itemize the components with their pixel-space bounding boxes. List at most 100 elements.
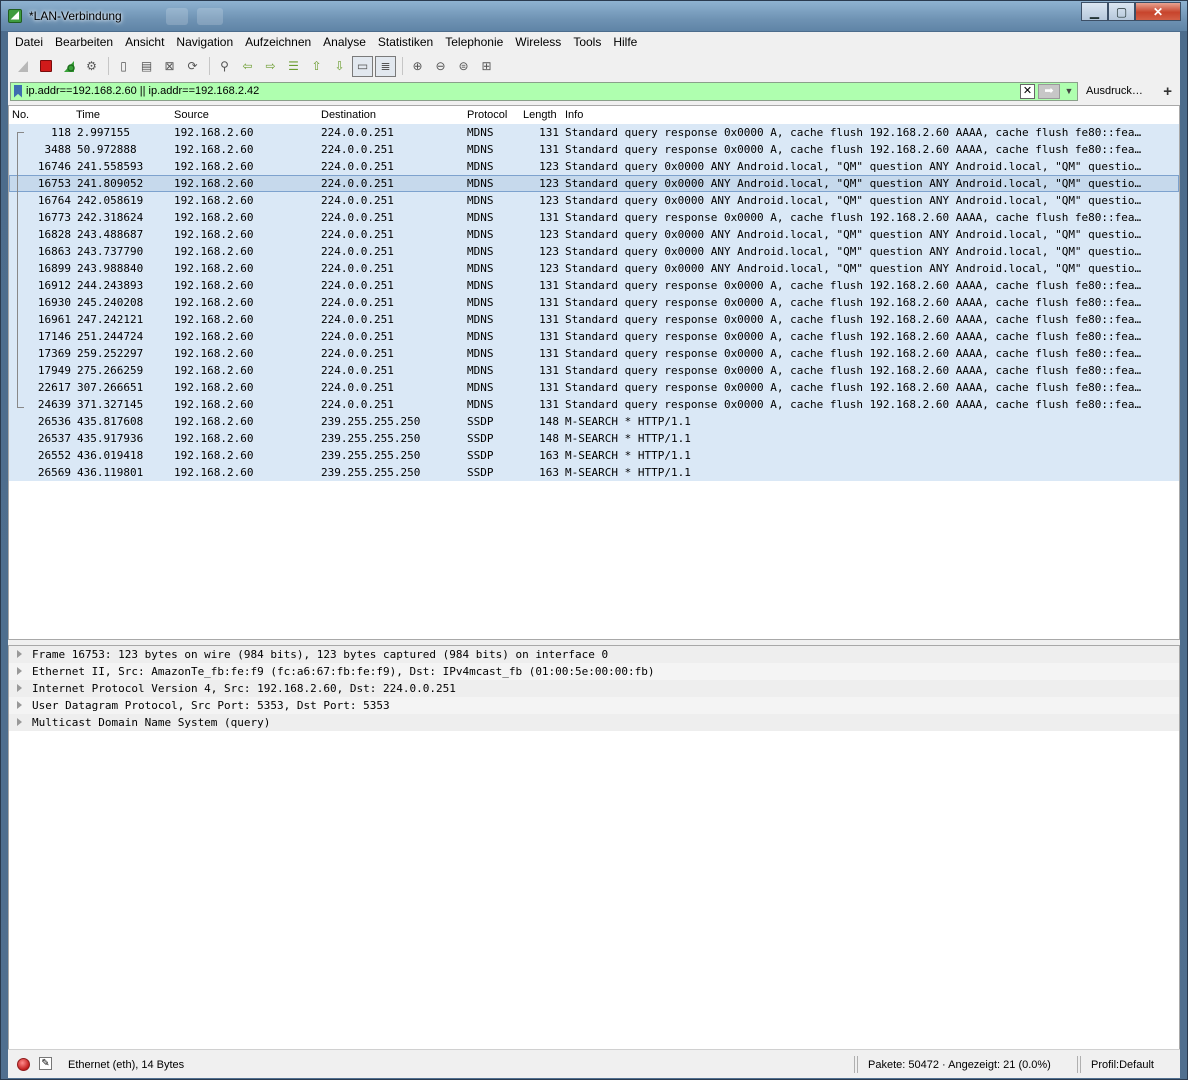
- table-row[interactable]: 17949 275.266259 192.168.2.60 224.0.0.251 MD…: [9, 362, 1179, 379]
- table-row[interactable]: 16764 242.058619 192.168.2.60 224.0.0.251 MD…: [9, 192, 1179, 209]
- filter-history-dropdown-icon[interactable]: ▼: [1063, 84, 1075, 99]
- expression-button[interactable]: Ausdruck…: [1086, 85, 1143, 97]
- menu-edit[interactable]: Bearbeiten: [49, 32, 119, 53]
- cell-src: 192.168.2.60: [174, 262, 254, 275]
- save-file-icon[interactable]: ▤: [136, 56, 157, 77]
- clear-filter-icon[interactable]: ✕: [1020, 83, 1035, 99]
- shark-fin-icon[interactable]: [12, 56, 33, 77]
- capture-status-icon[interactable]: [17, 1058, 30, 1071]
- bookmark-icon[interactable]: [14, 84, 22, 98]
- edit-comment-icon[interactable]: ✎: [39, 1057, 52, 1070]
- table-row[interactable]: 16773 242.318624 192.168.2.60 224.0.0.251 MD…: [9, 209, 1179, 226]
- table-row[interactable]: 26537 435.917936 192.168.2.60 239.255.255.2…: [9, 430, 1179, 447]
- first-packet-icon[interactable]: ⇧: [306, 56, 327, 77]
- table-row[interactable]: 22617 307.266651 192.168.2.60 224.0.0.251 MD…: [9, 379, 1179, 396]
- apply-filter-icon[interactable]: ➡: [1038, 83, 1060, 99]
- cell-dst: 224.0.0.251: [321, 296, 394, 309]
- find-packet-icon[interactable]: ⚲: [214, 56, 235, 77]
- colorize-icon[interactable]: ≣: [375, 55, 396, 77]
- menu-wireless[interactable]: Wireless: [509, 32, 567, 53]
- cell-len: 148: [539, 415, 559, 428]
- column-header-source[interactable]: Source: [174, 109, 209, 121]
- reload-file-icon[interactable]: ⟳: [182, 56, 203, 77]
- cell-no: 22617: [37, 381, 71, 394]
- table-row[interactable]: 16961 247.242121 192.168.2.60 224.0.0.251 MD…: [9, 311, 1179, 328]
- column-header-no[interactable]: No.: [12, 109, 29, 121]
- display-filter-input[interactable]: ip.addr==192.168.2.60 || ip.addr==192.16…: [10, 81, 1078, 101]
- table-row[interactable]: 16753 241.809052 192.168.2.60 224.0.0.251 MD…: [9, 175, 1179, 192]
- table-row[interactable]: 16863 243.737790 192.168.2.60 224.0.0.251 MD…: [9, 243, 1179, 260]
- autoscroll-icon[interactable]: ▭: [352, 55, 373, 77]
- go-to-packet-icon[interactable]: ☰: [283, 56, 304, 77]
- minimize-button[interactable]: ▁: [1081, 2, 1108, 21]
- detail-tree-item[interactable]: Internet Protocol Version 4, Src: 192.16…: [9, 680, 1179, 697]
- column-header-info[interactable]: Info: [565, 109, 583, 121]
- restart-capture-icon[interactable]: [58, 56, 79, 77]
- cell-proto: SSDP: [467, 466, 494, 479]
- table-row[interactable]: 118 2.997155 192.168.2.60 224.0.0.251 MDNS 13…: [9, 124, 1179, 141]
- menu-help[interactable]: Hilfe: [607, 32, 643, 53]
- table-row[interactable]: 17369 259.252297 192.168.2.60 224.0.0.251 MD…: [9, 345, 1179, 362]
- packet-details-pane[interactable]: Frame 16753: 123 bytes on wire (984 bits…: [8, 645, 1180, 1078]
- expand-arrow-icon[interactable]: [17, 701, 22, 709]
- table-row[interactable]: 16899 243.988840 192.168.2.60 224.0.0.251 MD…: [9, 260, 1179, 277]
- menu-view[interactable]: Ansicht: [119, 32, 170, 53]
- zoom-in-icon[interactable]: ⊕: [407, 56, 428, 77]
- expand-arrow-icon[interactable]: [17, 650, 22, 658]
- detail-tree-item[interactable]: Multicast Domain Name System (query): [9, 714, 1179, 731]
- title-bar[interactable]: ◢ *LAN-Verbindung ▁ ▢ ✕: [1, 1, 1187, 31]
- cell-time: 244.243893: [77, 279, 144, 292]
- go-back-icon[interactable]: ⇦: [237, 56, 258, 77]
- table-row[interactable]: 16828 243.488687 192.168.2.60 224.0.0.251 MD…: [9, 226, 1179, 243]
- normal-size-icon[interactable]: ⊜: [453, 56, 474, 77]
- table-row[interactable]: 16746 241.558593 192.168.2.60 224.0.0.251 MD…: [9, 158, 1179, 175]
- detail-tree-item[interactable]: Frame 16753: 123 bytes on wire (984 bits…: [9, 646, 1179, 663]
- column-header-protocol[interactable]: Protocol: [467, 109, 507, 121]
- cell-no: 16961: [37, 313, 71, 326]
- menu-capture[interactable]: Aufzeichnen: [239, 32, 317, 53]
- cell-no: 3488: [44, 143, 72, 156]
- resize-columns-icon[interactable]: ⊞: [476, 56, 497, 77]
- cell-proto: MDNS: [467, 364, 494, 377]
- packet-list-pane[interactable]: No. Time Source Destination Protocol Len…: [8, 105, 1180, 640]
- table-row[interactable]: 24639 371.327145 192.168.2.60 224.0.0.251 MD…: [9, 396, 1179, 413]
- status-profile[interactable]: Profil:Default: [1091, 1059, 1154, 1071]
- table-row[interactable]: 17146 251.244724 192.168.2.60 224.0.0.251 MD…: [9, 328, 1179, 345]
- go-forward-icon[interactable]: ⇨: [260, 56, 281, 77]
- table-row[interactable]: 26569 436.119801 192.168.2.60 239.255.255.2…: [9, 464, 1179, 481]
- column-header-length[interactable]: Length: [523, 109, 557, 121]
- table-row[interactable]: 26552 436.019418 192.168.2.60 239.255.255.2…: [9, 447, 1179, 464]
- menu-file[interactable]: Datei: [9, 32, 49, 53]
- cell-src: 192.168.2.60: [174, 245, 254, 258]
- menu-statistics[interactable]: Statistiken: [372, 32, 439, 53]
- menu-telephony[interactable]: Telephonie: [439, 32, 509, 53]
- menu-analyze[interactable]: Analyse: [317, 32, 372, 53]
- open-file-icon[interactable]: ▯: [113, 56, 134, 77]
- detail-tree-item[interactable]: Ethernet II, Src: AmazonTe_fb:fe:f9 (fc:…: [9, 663, 1179, 680]
- menu-tools[interactable]: Tools: [567, 32, 607, 53]
- add-filter-button[interactable]: +: [1163, 83, 1172, 100]
- expand-arrow-icon[interactable]: [17, 684, 22, 692]
- menu-navigation[interactable]: Navigation: [170, 32, 239, 53]
- zoom-out-icon[interactable]: ⊖: [430, 56, 451, 77]
- cell-len: 123: [539, 228, 559, 241]
- table-row[interactable]: 16912 244.243893 192.168.2.60 224.0.0.251 MD…: [9, 277, 1179, 294]
- close-file-icon[interactable]: ⊠: [159, 56, 180, 77]
- cell-len: 163: [539, 466, 559, 479]
- column-header-destination[interactable]: Destination: [321, 109, 376, 121]
- table-row[interactable]: 16930 245.240208 192.168.2.60 224.0.0.251 MD…: [9, 294, 1179, 311]
- close-button[interactable]: ✕: [1135, 2, 1181, 21]
- expand-arrow-icon[interactable]: [17, 718, 22, 726]
- column-header-time[interactable]: Time: [76, 109, 100, 121]
- maximize-button[interactable]: ▢: [1108, 2, 1135, 21]
- expand-arrow-icon[interactable]: [17, 667, 22, 675]
- table-row[interactable]: 3488 50.972888 192.168.2.60 224.0.0.251 MDNS…: [9, 141, 1179, 158]
- capture-options-icon[interactable]: ⚙: [81, 56, 102, 77]
- cell-dst: 224.0.0.251: [321, 211, 394, 224]
- display-filter-value[interactable]: ip.addr==192.168.2.60 || ip.addr==192.16…: [26, 85, 1020, 97]
- stop-capture-icon[interactable]: [35, 56, 56, 77]
- table-row[interactable]: 26536 435.817608 192.168.2.60 239.255.255.2…: [9, 413, 1179, 430]
- detail-tree-item[interactable]: User Datagram Protocol, Src Port: 5353, …: [9, 697, 1179, 714]
- last-packet-icon[interactable]: ⇩: [329, 56, 350, 77]
- cell-src: 192.168.2.60: [174, 279, 254, 292]
